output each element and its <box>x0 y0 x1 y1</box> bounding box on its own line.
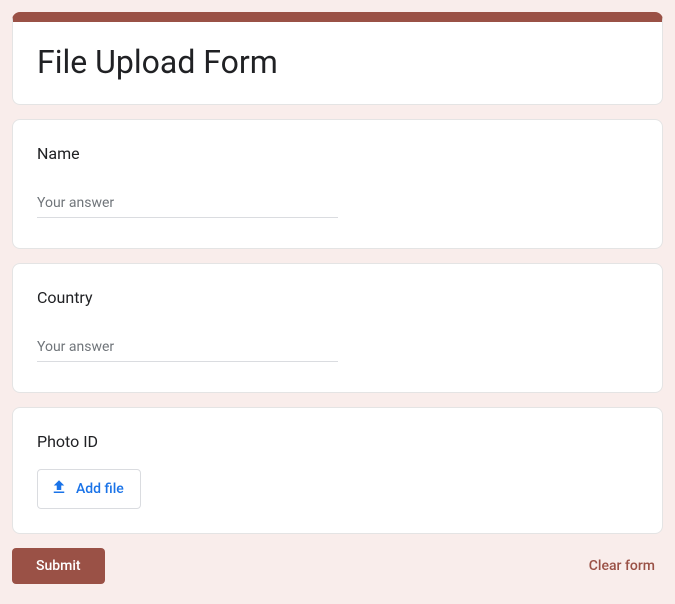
question-card-country: Country <box>12 263 663 393</box>
add-file-label: Add file <box>76 481 124 497</box>
question-label-name: Name <box>37 144 638 163</box>
form-title: File Upload Form <box>37 42 638 82</box>
form-header-card: File Upload Form <box>12 12 663 105</box>
upload-icon <box>50 478 68 500</box>
form-container: File Upload Form Name Country Photo ID A… <box>12 12 663 584</box>
add-file-button[interactable]: Add file <box>37 469 141 509</box>
submit-button[interactable]: Submit <box>12 548 105 584</box>
name-input[interactable] <box>37 191 338 218</box>
question-label-photo-id: Photo ID <box>37 432 638 451</box>
question-card-photo-id: Photo ID Add file <box>12 407 663 534</box>
clear-form-link[interactable]: Clear form <box>581 550 663 582</box>
question-card-name: Name <box>12 119 663 249</box>
question-label-country: Country <box>37 288 638 307</box>
form-footer: Submit Clear form <box>12 548 663 584</box>
country-input[interactable] <box>37 335 338 362</box>
